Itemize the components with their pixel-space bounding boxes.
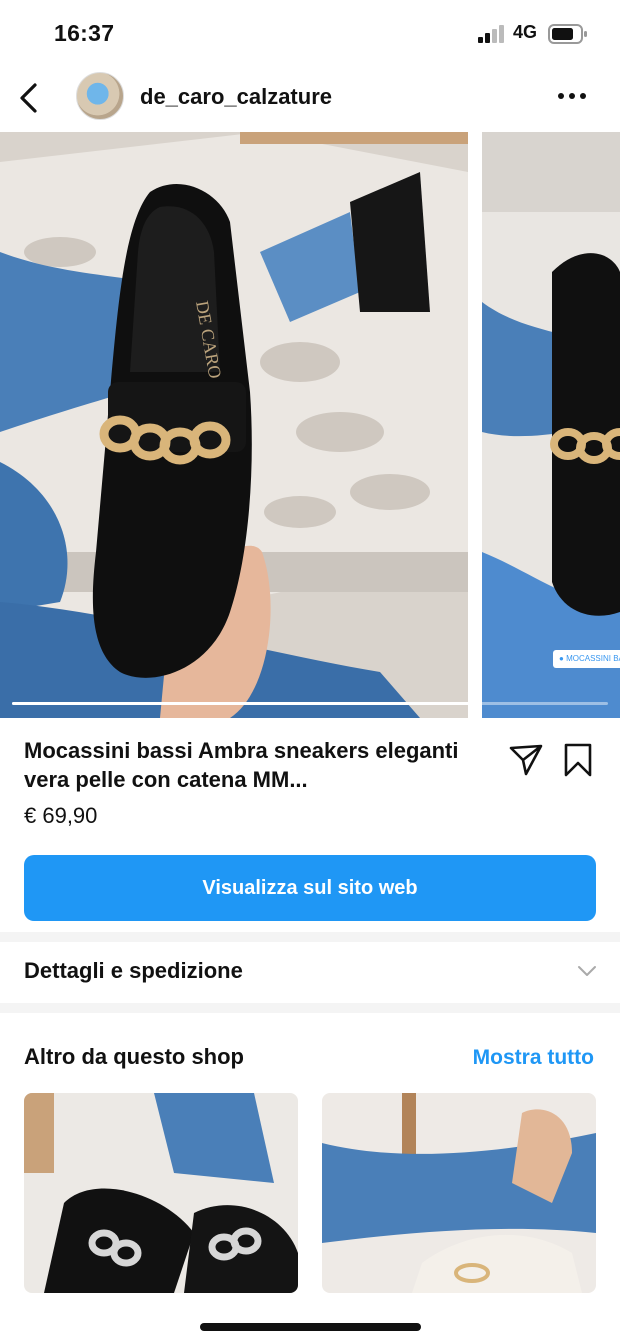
avatar[interactable] [76, 72, 124, 120]
product-tag-label: MOCASSINI BASSI [566, 654, 620, 663]
shop-username[interactable]: de_caro_calzature [140, 84, 332, 110]
shop-product-thumbnail[interactable] [24, 1093, 298, 1293]
home-indicator [200, 1323, 421, 1331]
show-all-link[interactable]: Mostra tutto [473, 1046, 594, 1070]
bag-icon: ● [559, 654, 564, 663]
back-arrow-icon[interactable] [14, 80, 44, 116]
battery-icon [548, 24, 587, 44]
network-type: 4G [513, 22, 538, 42]
carousel-progress-fill [12, 702, 471, 705]
product-tag[interactable]: ● MOCASSINI BASSI [553, 650, 620, 668]
more-from-shop-heading: Altro da questo shop [24, 1044, 244, 1069]
product-title: Mocassini bassi Ambra sneakers eleganti … [24, 738, 459, 792]
details-shipping-label: Dettagli e spedizione [24, 958, 243, 983]
share-icon[interactable] [508, 742, 544, 778]
product-image-carousel[interactable]: DE CARO ● MOCASSINI BASSI [0, 132, 620, 718]
view-on-website-button[interactable]: Visualizza sul sito web [24, 855, 596, 921]
product-photo-next[interactable] [482, 132, 620, 718]
post-header: de_caro_calzature [0, 66, 620, 132]
more-options-icon[interactable] [556, 86, 588, 106]
divider [0, 1003, 620, 1013]
shop-product-thumbnail[interactable] [322, 1093, 596, 1293]
details-shipping-row[interactable]: Dettagli e spedizione [0, 942, 620, 1002]
chevron-down-icon [578, 966, 596, 976]
divider [0, 932, 620, 942]
status-bar: 16:37 4G [0, 0, 620, 66]
bookmark-icon[interactable] [562, 742, 594, 778]
carousel-progress [12, 702, 608, 705]
signal-icon [478, 25, 504, 43]
clock: 16:37 [54, 20, 115, 46]
product-price: € 69,90 [24, 803, 98, 828]
product-photo-main[interactable]: DE CARO [0, 132, 468, 718]
